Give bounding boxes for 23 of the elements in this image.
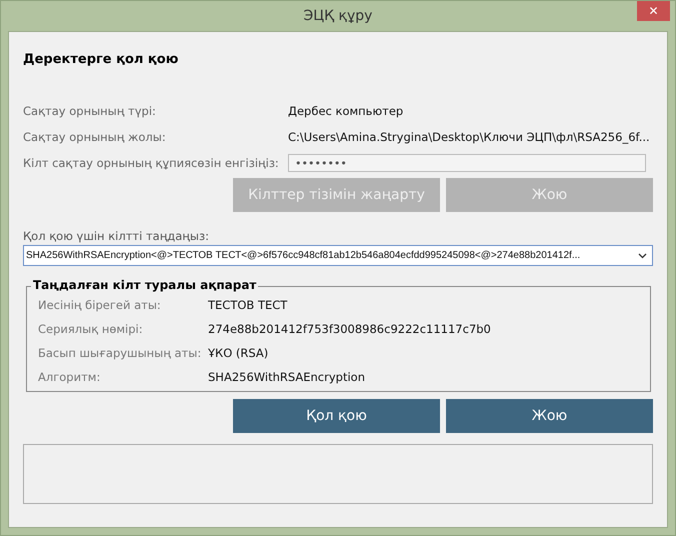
group-title: Таңдалған кілт туралы ақпарат [31,278,258,292]
info-value: SHA256WithRSAEncryption [208,370,365,384]
chevron-down-icon [638,252,647,258]
action-button[interactable]: Қол қою [233,399,440,433]
info-label: Сериялық нөмірі: [38,322,144,336]
field-label: Сақтау орнының жолы: [23,130,167,144]
field-value: C:\Users\Amina.Strygina\Desktop\Ключи ЭЦП\фл\RSA256_6f... [288,130,650,144]
select-label: Қол қою үшін кілтті таңдаңыз: [23,229,210,243]
info-value: ҰКО (RSA) [208,346,268,360]
info-label: Иесінің бірегей аты: [38,298,162,312]
field-label: Сақтау орнының түрі: [23,104,157,118]
info-label: Басып шығарушының аты: [38,346,202,360]
key-dropdown[interactable]: SHA256WithRSAEncryption<@>ТЕСТОВ ТЕСТ<@>6f576cc948cf81ab12b546a804ecfdd995245098<@>274e88b201412f... [23,245,653,266]
section-heading: Деректерге қол қою [23,52,180,69]
action-button[interactable]: Жою [446,399,653,433]
password-field[interactable]: •••••••• [288,154,646,172]
info-value: ТЕСТОВ ТЕСТ [208,298,288,312]
field-label: Кілт сақтау орнының құпиясөзін енгізіңіз: [23,156,280,170]
info-label: Алгоритм: [38,370,102,384]
field-value: Дербес компьютер [288,104,404,118]
window-title: ЭЦҚ құру [304,8,372,24]
info-value: 274e88b201412f753f3008986c9222c11117c7b0 [208,322,491,336]
close-button[interactable]: ✕ [637,1,670,21]
